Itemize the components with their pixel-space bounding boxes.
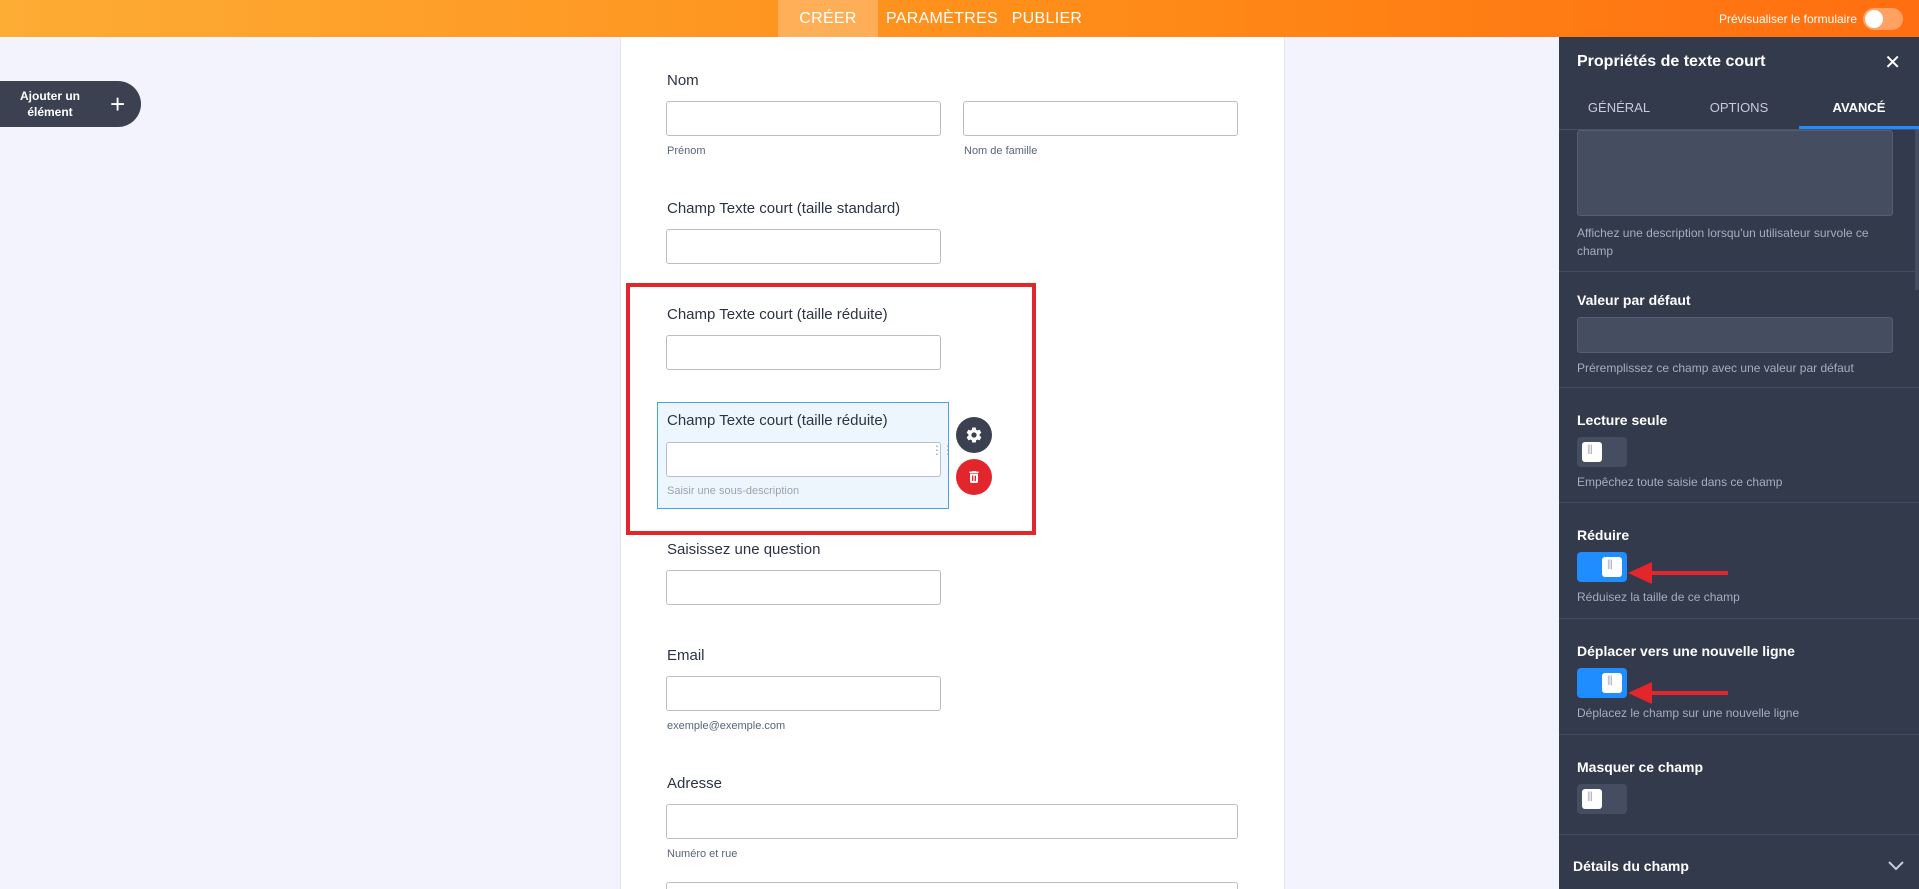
- shrink-desc: Réduisez la taille de ce champ: [1577, 590, 1740, 604]
- field-settings-button[interactable]: [956, 417, 992, 453]
- chevron-down-icon: [1888, 860, 1904, 870]
- preview-label: Prévisualiser le formulaire: [1718, 11, 1857, 26]
- top-bar: CRÉER PARAMÈTRES PUBLIER Prévisualiser l…: [0, 0, 1919, 37]
- toggle-knob: [1602, 557, 1622, 577]
- new-line-title: Déplacer vers une nouvelle ligne: [1577, 643, 1795, 659]
- hover-text-textarea[interactable]: [1577, 130, 1893, 216]
- arrow-icon: [1628, 562, 1728, 584]
- sub-description-placeholder[interactable]: Saisir une sous-description: [667, 485, 799, 497]
- new-line-section: Déplacer vers une nouvelle ligne Déplace…: [1559, 619, 1919, 735]
- panel-tabs: GÉNÉRAL OPTIONS AVANCÉ: [1559, 87, 1919, 130]
- last-name-sublabel: Nom de famille: [964, 145, 1038, 157]
- tab-general[interactable]: GÉNÉRAL: [1559, 87, 1679, 129]
- field-details-row[interactable]: Détails du champ: [1559, 834, 1919, 889]
- drag-handle-icon[interactable]: ⋮⋮: [931, 444, 954, 456]
- reduced-text-input-2[interactable]: [666, 442, 941, 477]
- field-label-standard: Champ Texte court (taille standard): [667, 200, 901, 217]
- first-name-sublabel: Prénom: [667, 145, 706, 157]
- read-only-toggle[interactable]: [1577, 437, 1627, 467]
- panel-body: Affichez une description lorsqu'un utili…: [1559, 130, 1919, 889]
- read-only-section: Lecture seule Empêchez toute saisie dans…: [1559, 388, 1919, 503]
- arrow-icon: [1628, 682, 1728, 704]
- field-label-email: Email: [667, 647, 705, 664]
- first-name-input[interactable]: [666, 101, 941, 136]
- new-line-desc: Déplacez le champ sur une nouvelle ligne: [1577, 706, 1800, 720]
- default-value-input[interactable]: [1577, 317, 1893, 353]
- hover-text-desc: Affichez une description lorsqu'un utili…: [1577, 226, 1869, 258]
- add-element-button[interactable]: Ajouter un élément +: [0, 81, 141, 127]
- tab-creer[interactable]: CRÉER: [778, 0, 878, 37]
- email-sublabel: exemple@exemple.com: [667, 720, 786, 732]
- email-input[interactable]: [666, 676, 941, 711]
- toggle-knob: [1865, 9, 1883, 28]
- default-value-section: Valeur par défaut Préremplissez ce champ…: [1559, 272, 1919, 388]
- tab-options[interactable]: OPTIONS: [1679, 87, 1799, 129]
- toggle-knob: [1602, 673, 1622, 693]
- read-only-title: Lecture seule: [1577, 412, 1668, 428]
- standard-text-input[interactable]: [666, 229, 941, 264]
- read-only-desc: Empêchez toute saisie dans ce champ: [1577, 475, 1783, 489]
- new-line-toggle[interactable]: [1577, 668, 1627, 698]
- address-street-input[interactable]: [666, 804, 1238, 839]
- panel-header: Propriétés de texte court ✕: [1559, 37, 1919, 87]
- toggle-knob: [1582, 789, 1602, 809]
- trash-icon: [969, 471, 979, 483]
- preview-toggle[interactable]: [1863, 7, 1903, 30]
- default-value-desc: Préremplissez ce champ avec une valeur p…: [1577, 361, 1854, 375]
- preview-control: Prévisualiser le formulaire: [1719, 0, 1903, 37]
- plus-icon: +: [110, 89, 126, 119]
- panel-title: Propriétés de texte court: [1577, 53, 1766, 70]
- field-label-question: Saisissez une question: [667, 541, 821, 558]
- panel-scrollbar[interactable]: [1915, 130, 1919, 290]
- field-details-title: Détails du champ: [1573, 857, 1689, 874]
- default-value-title: Valeur par défaut: [1577, 292, 1691, 308]
- close-icon[interactable]: ✕: [1884, 50, 1901, 75]
- question-input[interactable]: [666, 570, 941, 605]
- last-name-input[interactable]: [963, 101, 1238, 136]
- tab-publier[interactable]: PUBLIER: [1006, 0, 1088, 37]
- tab-parametres[interactable]: PARAMÈTRES: [878, 0, 1006, 37]
- field-label-address: Adresse: [667, 775, 723, 792]
- shrink-toggle[interactable]: [1577, 552, 1627, 582]
- toggle-knob: [1582, 442, 1602, 462]
- gear-icon: [966, 427, 982, 443]
- shrink-section: Réduire Réduisez la taille de ce champ: [1559, 503, 1919, 619]
- hide-toggle[interactable]: [1577, 784, 1627, 814]
- address-line2-input[interactable]: [666, 882, 1238, 889]
- delete-field-button[interactable]: [956, 459, 992, 495]
- add-element-label: Ajouter un élément: [20, 89, 80, 119]
- field-label-name: Nom: [667, 72, 699, 89]
- shrink-title: Réduire: [1577, 527, 1630, 543]
- properties-panel: Propriétés de texte court ✕ GÉNÉRAL OPTI…: [1559, 37, 1919, 889]
- hide-title: Masquer ce champ: [1577, 759, 1704, 775]
- field-label-reduced-2: Champ Texte court (taille réduite): [667, 412, 888, 429]
- tab-avance[interactable]: AVANCÉ: [1799, 87, 1919, 129]
- reduced-text-input-1[interactable]: [666, 335, 941, 370]
- address-sublabel: Numéro et rue: [667, 848, 738, 860]
- top-nav: CRÉER PARAMÈTRES PUBLIER: [778, 0, 1088, 37]
- field-label-reduced-1: Champ Texte court (taille réduite): [667, 306, 888, 323]
- hover-text-section: Affichez une description lorsqu'un utili…: [1559, 130, 1919, 272]
- hide-section: Masquer ce champ: [1559, 735, 1919, 839]
